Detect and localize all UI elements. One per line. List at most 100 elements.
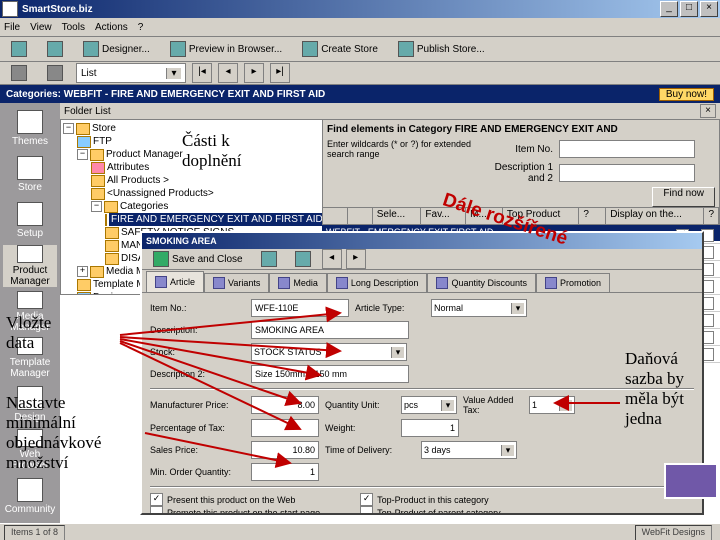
folder-icon bbox=[90, 149, 104, 161]
tree-node[interactable]: <Unassigned Products> bbox=[63, 187, 323, 200]
cb-present-web[interactable]: ✓Present this product on the Web bbox=[150, 493, 320, 506]
sidebar-item-web-browser[interactable]: Web Browser bbox=[3, 429, 57, 471]
nav-prev-button[interactable]: ◂ bbox=[218, 63, 238, 83]
maximize-button[interactable]: □ bbox=[680, 1, 698, 17]
search-descr-input[interactable] bbox=[559, 164, 695, 182]
col-icon[interactable] bbox=[323, 208, 348, 224]
cb-top-parent[interactable]: Top-Product of parent category bbox=[360, 506, 501, 513]
nav-first-button[interactable]: |◂ bbox=[192, 63, 212, 83]
save-close-button[interactable]: Save and Close bbox=[146, 249, 250, 269]
sidebar-item-media-manager[interactable]: Media Manager bbox=[3, 291, 57, 333]
col-select[interactable]: Sele... bbox=[373, 208, 422, 224]
menu-help[interactable]: ? bbox=[138, 22, 144, 33]
cb-promote-start[interactable]: Promote this product on the start page bbox=[150, 506, 320, 513]
detail-tabs: Article Variants Media Long Description … bbox=[142, 270, 702, 293]
find-now-button[interactable]: Find now bbox=[652, 187, 715, 207]
search-item-no-input[interactable] bbox=[559, 140, 695, 158]
minimize-button[interactable]: _ bbox=[660, 1, 678, 17]
template-manager-icon bbox=[17, 337, 43, 355]
min-order-input[interactable]: 1 bbox=[251, 463, 319, 481]
find-button[interactable] bbox=[40, 63, 70, 83]
tool-button[interactable] bbox=[40, 39, 70, 59]
tree-node[interactable]: All Products > bbox=[63, 174, 323, 187]
detail-next-button[interactable]: ▸ bbox=[346, 249, 366, 269]
tree-root[interactable]: −Store bbox=[63, 122, 323, 135]
sidebar-item-product-manager[interactable]: Product Manager bbox=[3, 245, 57, 287]
sales-price-input[interactable]: 10.80 bbox=[251, 441, 319, 459]
detail-tool-button[interactable] bbox=[254, 249, 284, 269]
tab-article[interactable]: Article bbox=[146, 271, 204, 292]
tree-node[interactable]: −Product Manager bbox=[63, 148, 323, 161]
qty-unit-combo[interactable]: pcs▾ bbox=[401, 396, 457, 414]
designer-button[interactable]: Designer... bbox=[76, 39, 157, 59]
weight-input[interactable]: 1 bbox=[401, 419, 459, 437]
sidebar-item-store[interactable]: Store bbox=[3, 153, 57, 195]
article-type-combo[interactable]: Normal▾ bbox=[431, 299, 527, 317]
buy-now-button[interactable]: Buy now! bbox=[659, 88, 714, 101]
menu-actions[interactable]: Actions bbox=[95, 22, 128, 33]
designer-icon bbox=[83, 41, 99, 57]
preview-button[interactable]: Preview in Browser... bbox=[163, 39, 289, 59]
hammer-icon bbox=[47, 41, 63, 57]
col-q2[interactable]: ? bbox=[704, 208, 719, 224]
tab-qty-disc[interactable]: Quantity Discounts bbox=[427, 273, 536, 292]
pct-input[interactable] bbox=[251, 419, 319, 437]
publish-icon bbox=[398, 41, 414, 57]
category-bar: Categories: WEBFIT - FIRE AND EMERGENCY … bbox=[0, 85, 720, 103]
menu-view[interactable]: View bbox=[30, 22, 52, 33]
detail-prev-button[interactable]: ◂ bbox=[322, 249, 342, 269]
create-store-button[interactable]: Create Store bbox=[295, 39, 385, 59]
tab-variants[interactable]: Variants bbox=[204, 273, 269, 292]
search-title: Find elements in Category FIRE AND EMERG… bbox=[327, 124, 715, 135]
collapse-icon[interactable]: − bbox=[77, 149, 88, 160]
create-icon bbox=[302, 41, 318, 57]
tree-node-selected[interactable]: FIRE AND EMERGENCY EXIT AND FIRST AID bbox=[63, 213, 323, 226]
col-icon2[interactable] bbox=[348, 208, 373, 224]
col-q1[interactable]: ? bbox=[579, 208, 606, 224]
tab-long-desc[interactable]: Long Description bbox=[327, 273, 428, 292]
description2-input[interactable]: Size 150mm x 150 mm bbox=[251, 365, 409, 383]
new-button[interactable] bbox=[4, 39, 34, 59]
stock-combo[interactable]: STOCK STATUS▾ bbox=[251, 343, 407, 361]
nav-last-button[interactable]: ▸| bbox=[270, 63, 290, 83]
close-button[interactable]: × bbox=[700, 1, 718, 17]
cut-icon bbox=[11, 65, 27, 81]
cb-top-category[interactable]: ✓Top-Product in this category bbox=[360, 493, 501, 506]
collapse-icon[interactable]: − bbox=[63, 123, 74, 134]
view-combo[interactable]: List▾ bbox=[76, 63, 186, 83]
col-m[interactable]: M... bbox=[466, 208, 503, 224]
sidebar-item-design[interactable]: Design bbox=[3, 383, 57, 425]
menu-file[interactable]: File bbox=[4, 22, 20, 33]
sidebar-item-themes[interactable]: Themes bbox=[3, 107, 57, 149]
col-fav[interactable]: Fav... bbox=[421, 208, 466, 224]
tab-promotion[interactable]: Promotion bbox=[536, 273, 610, 292]
folder-icon bbox=[105, 214, 107, 226]
detail-body: Item No.: WFE-110E Article Type: Normal▾… bbox=[142, 293, 702, 513]
sidebar-item-setup[interactable]: Setup bbox=[3, 199, 57, 241]
folder-icon bbox=[105, 227, 119, 239]
tree-node[interactable]: FTP bbox=[63, 135, 323, 148]
sidebar-item-community[interactable]: Community bbox=[3, 475, 57, 517]
nav-next-button[interactable]: ▸ bbox=[244, 63, 264, 83]
tree-node[interactable]: −Categories bbox=[63, 200, 323, 213]
vat-combo[interactable]: 1▾ bbox=[529, 396, 575, 414]
publish-button[interactable]: Publish Store... bbox=[391, 39, 492, 59]
sidebar-item-template-manager[interactable]: Template Manager bbox=[3, 337, 57, 379]
col-top[interactable]: Top Product bbox=[503, 208, 579, 224]
collapse-icon[interactable]: − bbox=[91, 201, 102, 212]
man-price-input[interactable]: 8.00 bbox=[251, 396, 319, 414]
app-icon bbox=[2, 1, 18, 17]
tab-media[interactable]: Media bbox=[269, 273, 327, 292]
time-delivery-combo[interactable]: 3 days▾ bbox=[421, 441, 517, 459]
expand-icon[interactable]: + bbox=[77, 266, 88, 277]
detail-tool-button[interactable] bbox=[288, 249, 318, 269]
item-no-input[interactable]: WFE-110E bbox=[251, 299, 349, 317]
chevron-down-icon: ▾ bbox=[166, 68, 181, 79]
folder-list-close-button[interactable]: × bbox=[700, 104, 716, 118]
tree-node[interactable]: Attributes bbox=[63, 161, 323, 174]
description-input[interactable]: SMOKING AREA bbox=[251, 321, 409, 339]
sidebar: Themes Store Setup Product Manager Media… bbox=[0, 103, 60, 523]
menu-tools[interactable]: Tools bbox=[62, 22, 85, 33]
col-display[interactable]: Display on the... bbox=[606, 208, 704, 224]
cut-button[interactable] bbox=[4, 63, 34, 83]
